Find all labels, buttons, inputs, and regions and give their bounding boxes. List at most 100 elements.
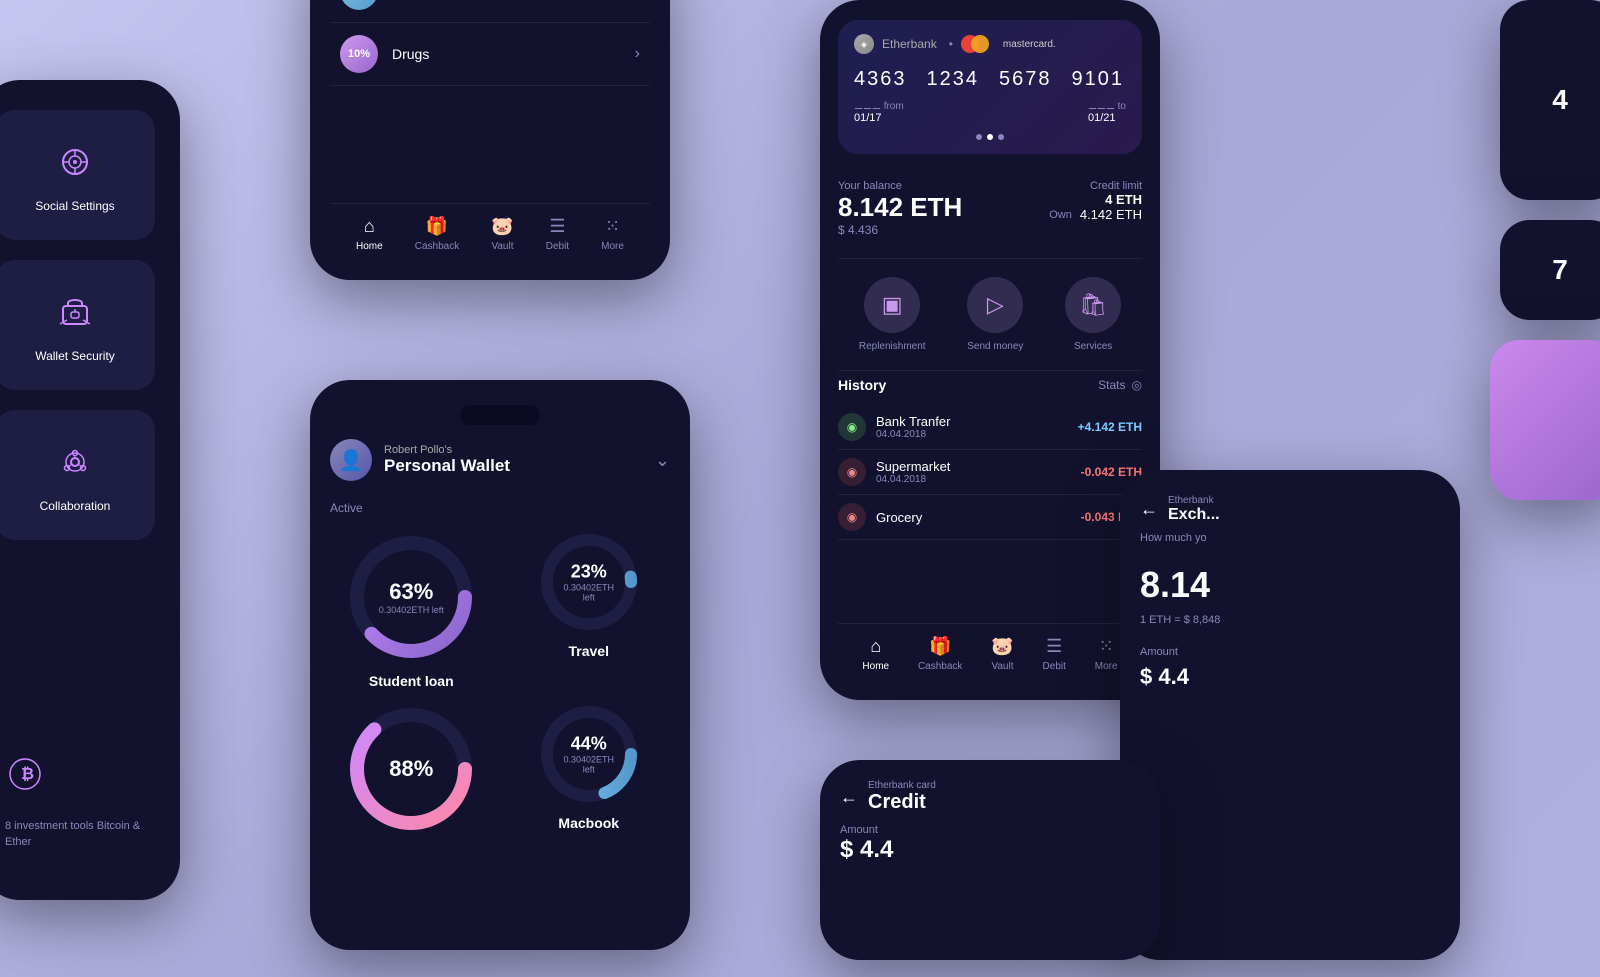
history-header: History Stats ◎ bbox=[838, 377, 1142, 393]
services-label: Services bbox=[1074, 341, 1112, 352]
credit-back-arrow-icon[interactable]: ← bbox=[840, 787, 858, 808]
user-avatar: 👤 bbox=[330, 439, 372, 481]
macbook-sub: 0.30402ETH left bbox=[561, 755, 616, 775]
exchange-amount-value: $ 4.4 bbox=[1140, 664, 1440, 690]
history-item-2[interactable]: ◉ Grocery -0.043 ETH bbox=[838, 495, 1142, 540]
chart-88-donut: 88% bbox=[341, 699, 481, 839]
replenishment-btn[interactable]: ▣ Replenishment bbox=[859, 277, 926, 352]
stats-label: Stats bbox=[1098, 378, 1125, 392]
travel-sub: 0.30402ETH left bbox=[561, 583, 616, 603]
card-group-4: 9101 bbox=[1072, 68, 1125, 91]
fashion-percent: 5% bbox=[340, 0, 378, 10]
security-icon bbox=[50, 287, 100, 337]
bank-transfer-date: 04.04.2018 bbox=[876, 429, 1078, 440]
card-dates: ⚊⚊⚊ from 01/17 ⚊⚊⚊ to 01/21 bbox=[854, 101, 1126, 124]
exchange-title: Exch... bbox=[1168, 506, 1440, 524]
credit-limit-label: Credit limit bbox=[1049, 180, 1142, 192]
active-label: Active bbox=[330, 501, 670, 515]
nav-more[interactable]: ⁙ More bbox=[601, 216, 624, 252]
category-item-fashion[interactable]: 5% Fashion ✓ bbox=[330, 0, 650, 23]
nav-vault[interactable]: 🐷 Vault bbox=[491, 216, 513, 252]
student-loan-percent: 63% bbox=[379, 579, 444, 605]
macbook-label: Macbook bbox=[558, 815, 619, 831]
sidebar-item-security[interactable]: Wallet Security bbox=[0, 260, 155, 390]
stats-icon: ◎ bbox=[1132, 378, 1142, 392]
card-group-3: 5678 bbox=[999, 68, 1052, 91]
supermarket-icon: ◉ bbox=[838, 458, 866, 486]
balance-label: Your balance bbox=[838, 180, 962, 192]
grocery-icon: ◉ bbox=[838, 503, 866, 531]
student-loan-sub: 0.30402ETH left bbox=[379, 605, 444, 615]
cashback-bottom-nav: ⌂ Home 🎁 Cashback 🐷 Vault ☰ Debit ⁙ More bbox=[330, 203, 650, 260]
date-to-label: ⚊⚊⚊ to bbox=[1088, 101, 1126, 112]
eth-nav-cashback[interactable]: 🎁 Cashback bbox=[918, 636, 962, 672]
supermarket-date: 04.04.2018 bbox=[876, 474, 1081, 485]
cashback-phone: 5% Fashion ✓ 10% Drugs › ⌂ Home 🎁 Cashba… bbox=[310, 0, 670, 280]
balance-amount: 8.142 ETH bbox=[838, 192, 962, 223]
mastercard-text: mastercard. bbox=[1003, 39, 1056, 50]
category-item-drugs[interactable]: 10% Drugs › bbox=[330, 23, 650, 86]
sidebar-phone: Social Settings Wallet Security bbox=[0, 80, 180, 900]
services-btn[interactable]: 🛍 Services bbox=[1065, 277, 1121, 352]
mastercard-logo bbox=[961, 35, 989, 53]
dot-1 bbox=[976, 134, 982, 140]
stats-btn[interactable]: Stats ◎ bbox=[1098, 378, 1142, 392]
eth-nav-debit[interactable]: ☰ Debit bbox=[1043, 636, 1066, 672]
sidebar-security-label: Wallet Security bbox=[35, 349, 115, 363]
sidebar-item-social[interactable]: Social Settings bbox=[0, 110, 155, 240]
action-buttons: ▣ Replenishment ▷ Send money 🛍 Services bbox=[838, 265, 1142, 364]
nav-home[interactable]: ⌂ Home bbox=[356, 216, 383, 252]
charts-grid-2: 88% bbox=[330, 699, 670, 839]
fashion-check: ✓ bbox=[627, 0, 640, 1]
exchange-back: ← Etherbank Exch... bbox=[1140, 495, 1440, 524]
date-to-value: 01/21 bbox=[1088, 112, 1126, 124]
etherbank-name: Etherbank bbox=[882, 37, 937, 51]
credit-amount: $ 4.4 bbox=[840, 836, 1140, 864]
exchange-amount-label: Amount bbox=[1140, 646, 1440, 658]
replenishment-label: Replenishment bbox=[859, 341, 926, 352]
macbook-donut: 44% 0.30402ETH left bbox=[534, 699, 644, 809]
date-from-value: 01/17 bbox=[854, 112, 904, 124]
social-icon bbox=[50, 137, 100, 187]
student-loan-donut: 63% 0.30402ETH left bbox=[341, 527, 481, 667]
exchange-subtitle: How much yo bbox=[1140, 532, 1440, 544]
history-item-1[interactable]: ◉ Supermarket 04.04.2018 -0.042 ETH bbox=[838, 450, 1142, 495]
eth-nav-vault[interactable]: 🐷 Vault bbox=[991, 636, 1013, 672]
dot-3 bbox=[998, 134, 1004, 140]
exchange-back-arrow-icon[interactable]: ← bbox=[1140, 499, 1158, 520]
grocery-name: Grocery bbox=[876, 510, 1081, 525]
chart-student-loan: 63% 0.30402ETH left Student loan bbox=[330, 527, 493, 689]
drugs-arrow: › bbox=[635, 45, 640, 63]
svg-text:₿: ₿ bbox=[21, 765, 34, 783]
macbook-percent: 44% bbox=[561, 734, 616, 755]
eth-logo-icon: ◈ bbox=[854, 34, 874, 54]
send-money-icon: ▷ bbox=[967, 277, 1023, 333]
eth-nav-more[interactable]: ⁙ More bbox=[1095, 636, 1118, 672]
eth-nav-home[interactable]: ⌂ Home bbox=[862, 636, 889, 672]
card-group-2: 1234 bbox=[927, 68, 980, 91]
bitcoin-icon: ₿ bbox=[0, 749, 50, 799]
travel-label: Travel bbox=[569, 643, 609, 659]
bank-transfer-icon: ◉ bbox=[838, 413, 866, 441]
supermarket-name: Supermarket bbox=[876, 459, 1081, 474]
exchange-rate: 1 ETH = $ 8,848 bbox=[1140, 614, 1440, 626]
send-money-btn[interactable]: ▷ Send money bbox=[967, 277, 1023, 352]
credit-back: ← Etherbank card Credit bbox=[840, 780, 1140, 814]
own-value: 4.142 ETH bbox=[1080, 207, 1142, 222]
history-title: History bbox=[838, 377, 886, 393]
balance-usd: $ 4.436 bbox=[838, 223, 962, 237]
card-number: 4363 1234 5678 9101 bbox=[854, 68, 1126, 91]
drugs-percent: 10% bbox=[340, 35, 378, 73]
travel-donut: 23% 0.30402ETH left bbox=[534, 527, 644, 637]
nav-debit[interactable]: ☰ Debit bbox=[546, 216, 569, 252]
chart-88-percent: 88% bbox=[389, 756, 433, 782]
exchange-bank-label: Etherbank bbox=[1168, 495, 1440, 506]
wallet-owner: Robert Pollo's bbox=[384, 444, 655, 456]
etherbank-bottom-nav: ⌂ Home 🎁 Cashback 🐷 Vault ☰ Debit ⁙ More bbox=[838, 623, 1142, 680]
history-item-0[interactable]: ◉ Bank Tranfer 04.04.2018 +4.142 ETH bbox=[838, 405, 1142, 450]
far-right-top-phone: 4 bbox=[1500, 0, 1600, 200]
wallet-name: Personal Wallet bbox=[384, 456, 655, 476]
nav-cashback[interactable]: 🎁 Cashback bbox=[415, 216, 459, 252]
dropdown-arrow-icon[interactable]: ⌄ bbox=[655, 450, 670, 471]
sidebar-item-collaboration[interactable]: Collaboration bbox=[0, 410, 155, 540]
